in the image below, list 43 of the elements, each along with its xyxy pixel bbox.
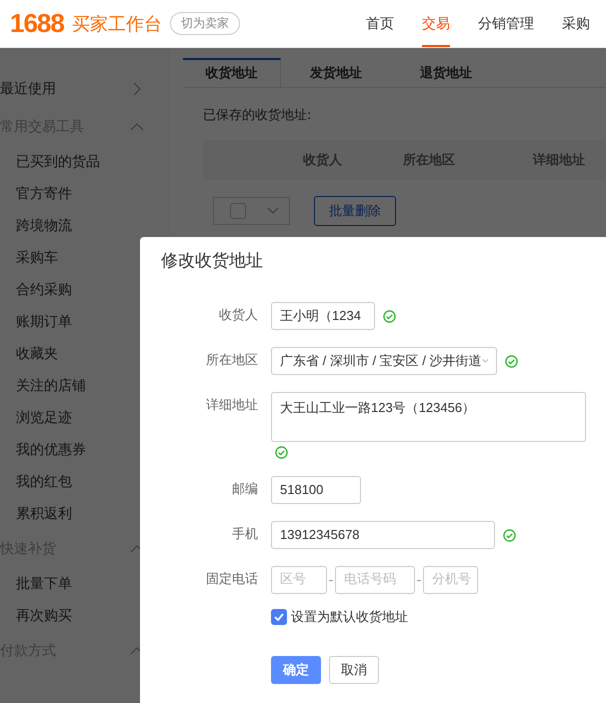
sidebar-item[interactable]: 已买到的货品 bbox=[0, 146, 170, 178]
check-circle-icon bbox=[383, 310, 396, 322]
group-title[interactable]: 最近使用 bbox=[0, 80, 56, 98]
address-field[interactable]: 大王山工业一路123号（123456） bbox=[271, 392, 586, 442]
input-field[interactable]: 电话号码 bbox=[335, 566, 415, 594]
column-header: 所在地区 bbox=[403, 152, 456, 169]
column-header: 详细地址 bbox=[533, 152, 586, 169]
field-label: 所在地区 bbox=[205, 352, 258, 370]
input-field[interactable]: 王小明（1234 bbox=[271, 302, 375, 330]
field-label: 手机 bbox=[231, 526, 258, 544]
column-header: 收货人 bbox=[303, 152, 343, 169]
input-field[interactable]: 分机号 bbox=[423, 566, 478, 594]
field-label: 固定电话 bbox=[205, 571, 258, 589]
switch-role-button[interactable]: 切为卖家 bbox=[170, 12, 240, 35]
check-circle-icon bbox=[505, 354, 518, 368]
cancel-button[interactable]: 取消 bbox=[329, 656, 379, 684]
checkbox[interactable] bbox=[271, 609, 287, 625]
field-label: 收货人 bbox=[218, 307, 258, 325]
checkbox-label: 设置为默认收货地址 bbox=[291, 609, 408, 626]
nav-tab[interactable]: 分销管理 bbox=[478, 0, 534, 47]
region-select[interactable]: 广东省 / 深圳市 / 宝安区 / 沙井街道 bbox=[271, 347, 497, 375]
dialog-title: 修改收货地址 bbox=[161, 250, 264, 272]
field-label: 详细地址 bbox=[205, 397, 258, 415]
confirm-button[interactable]: 确定 bbox=[271, 656, 321, 684]
input-field[interactable]: 518100 bbox=[271, 476, 361, 504]
logo-text: 买家工作台 bbox=[72, 12, 162, 36]
tab[interactable]: 收货地址 bbox=[183, 58, 281, 87]
tab[interactable]: 退货地址 bbox=[391, 58, 501, 87]
checkmark-icon bbox=[274, 613, 284, 621]
input-field[interactable]: 13912345678 bbox=[271, 521, 495, 549]
check-circle-icon bbox=[503, 528, 516, 542]
section-label: 已保存的收货地址: bbox=[203, 107, 312, 124]
check-circle-icon bbox=[275, 446, 288, 459]
tab[interactable]: 发货地址 bbox=[281, 58, 391, 87]
bulk-delete-button[interactable]: 批量删除 bbox=[314, 196, 396, 226]
nav-tab[interactable]: 首页 bbox=[366, 0, 394, 47]
field-label: 邮编 bbox=[231, 481, 258, 499]
caret-icon bbox=[482, 357, 488, 365]
caret-icon bbox=[267, 207, 279, 215]
input-field[interactable]: 区号 bbox=[271, 566, 327, 594]
sidebar-item[interactable]: 官方寄件 bbox=[0, 178, 170, 210]
nav-tab[interactable]: 采购 bbox=[562, 0, 590, 47]
logo-number[interactable]: 1688 bbox=[10, 8, 64, 39]
